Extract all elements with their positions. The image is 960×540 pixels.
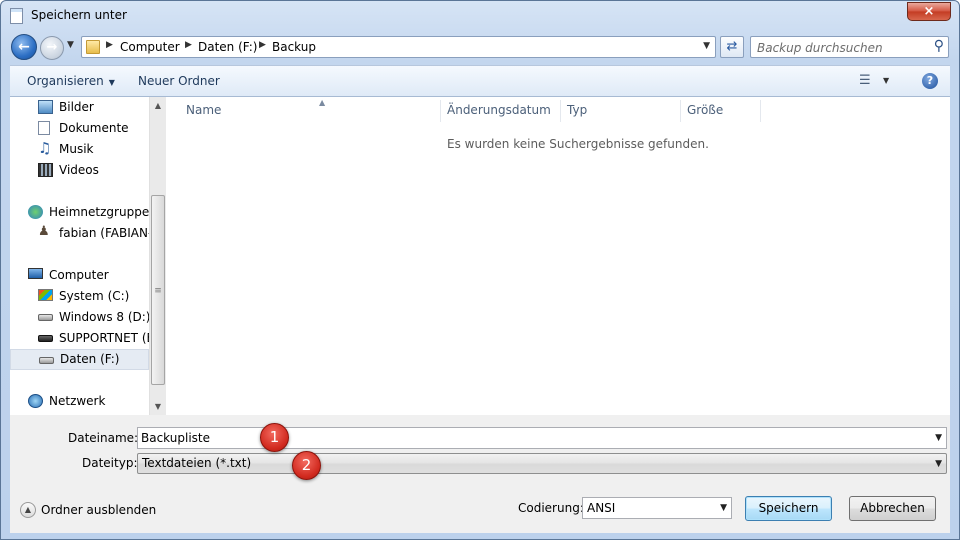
documents-icon <box>38 121 50 135</box>
save-as-dialog: Speichern unter × ← → ▼ ▶ Computer ▶ Dat… <box>0 0 960 540</box>
sidebar-item-computer[interactable]: Computer <box>28 266 148 286</box>
computer-icon <box>28 268 43 279</box>
sidebar-item-label: fabian (FABIAN-P <box>59 226 149 240</box>
scroll-up-icon[interactable]: ▲ <box>150 97 166 114</box>
view-options-icon[interactable]: ☰ <box>859 73 871 88</box>
breadcrumb-daten[interactable]: Daten (F:) <box>198 40 257 54</box>
search-box[interactable]: ⚲ <box>750 36 949 58</box>
organize-label: Organisieren <box>27 74 104 88</box>
sidebar-item-bilder[interactable]: Bilder <box>38 98 148 118</box>
drive-icon <box>39 357 54 364</box>
navigation-pane: Bilder Dokumente ♫ Musik Videos Heimnetz… <box>10 97 149 415</box>
chevron-up-icon: ▲ <box>20 502 36 518</box>
column-header-label: Name <box>186 103 222 117</box>
homegroup-icon <box>28 205 43 219</box>
save-button[interactable]: Speichern <box>745 496 832 521</box>
sidebar-item-label: Computer <box>49 268 109 282</box>
chevron-down-icon[interactable]: ▼ <box>935 433 942 443</box>
save-options-panel: Dateiname: ▼ Dateityp: Textdateien (*.tx… <box>10 415 950 533</box>
filetype-select[interactable]: Textdateien (*.txt) ▼ <box>137 453 947 474</box>
close-button[interactable]: × <box>907 2 951 21</box>
sidebar-item-videos[interactable]: Videos <box>38 161 148 181</box>
cancel-button[interactable]: Abbrechen <box>849 496 936 521</box>
sidebar-item-label: Videos <box>59 163 99 177</box>
videos-icon <box>38 163 53 177</box>
notepad-icon <box>10 8 23 24</box>
encoding-select[interactable]: ANSI ▼ <box>582 497 732 519</box>
breadcrumb-computer[interactable]: Computer <box>120 40 180 54</box>
organize-button[interactable]: Organisieren ▼ <box>27 74 115 88</box>
column-header-size[interactable]: Größe <box>681 100 761 122</box>
content-area: Bilder Dokumente ♫ Musik Videos Heimnetz… <box>10 97 950 415</box>
forward-button[interactable]: → <box>40 36 64 60</box>
search-input[interactable] <box>757 40 922 55</box>
breadcrumb-separator-icon[interactable]: ▶ <box>259 40 266 50</box>
annotation-badge-2: 2 <box>292 451 321 480</box>
navigation-pane-scrollbar[interactable]: ▲ ≡ ▼ <box>149 97 166 415</box>
filetype-label: Dateityp: <box>82 456 138 470</box>
sidebar-item-dokumente[interactable]: Dokumente <box>38 119 148 139</box>
sidebar-item-heimnetzgruppe[interactable]: Heimnetzgruppe <box>28 203 149 223</box>
pictures-icon <box>38 100 53 114</box>
annotation-badge-1: 1 <box>260 423 289 452</box>
sidebar-item-label: Heimnetzgruppe <box>49 205 149 219</box>
breadcrumb-separator-icon[interactable]: ▶ <box>185 40 192 50</box>
breadcrumb-separator-icon[interactable]: ▶ <box>106 40 113 50</box>
sort-ascending-icon: ▲ <box>319 98 326 107</box>
filename-combobox[interactable]: ▼ <box>137 427 947 449</box>
breadcrumb-backup[interactable]: Backup <box>272 40 316 54</box>
sidebar-item-fabian[interactable]: ♟ fabian (FABIAN-P <box>38 224 149 244</box>
empty-results-message: Es wurden keine Suchergebnisse gefunden. <box>447 137 709 151</box>
sidebar-item-musik[interactable]: ♫ Musik <box>38 139 148 160</box>
sidebar-item-label: Netzwerk <box>49 394 106 408</box>
filetype-value: Textdateien (*.txt) <box>142 456 252 470</box>
sidebar-item-label: Daten (F:) <box>60 352 120 366</box>
chevron-down-icon[interactable]: ▼ <box>720 503 727 513</box>
window-title: Speichern unter <box>31 8 127 22</box>
filename-input[interactable] <box>141 430 921 446</box>
filename-label: Dateiname: <box>68 431 139 445</box>
chevron-down-icon[interactable]: ▼ <box>935 459 942 469</box>
network-icon <box>28 394 43 408</box>
new-folder-button[interactable]: Neuer Ordner <box>138 74 220 88</box>
sidebar-item-label: Dokumente <box>59 121 129 135</box>
hide-folders-label: Ordner ausblenden <box>41 503 157 517</box>
chevron-down-icon[interactable]: ▼ <box>883 76 889 85</box>
column-header-name[interactable]: ▲ Name <box>180 98 441 122</box>
navigation-bar: ← → ▼ ▶ Computer ▶ Daten (F:) ▶ Backup ▼… <box>1 32 959 62</box>
folder-icon <box>86 40 100 54</box>
sidebar-item-daten-f[interactable]: Daten (F:) <box>10 349 149 370</box>
scrollbar-thumb[interactable]: ≡ <box>151 195 165 385</box>
encoding-label: Codierung: <box>518 501 584 515</box>
system-drive-icon <box>38 289 53 301</box>
sidebar-item-label: System (C:) <box>59 289 130 303</box>
sidebar-item-label: Windows 8 (D:) <box>59 310 149 324</box>
sidebar-item-system-c[interactable]: System (C:) <box>38 287 148 307</box>
drive-icon <box>38 335 53 342</box>
encoding-value: ANSI <box>587 501 616 515</box>
address-bar[interactable]: ▶ Computer ▶ Daten (F:) ▶ Backup ▼ <box>81 36 716 58</box>
file-list: ▲ Name Änderungsdatum Typ Größe Es wurde… <box>167 97 950 415</box>
column-header-type[interactable]: Typ <box>561 100 681 122</box>
command-toolbar: Organisieren ▼ Neuer Ordner ☰ ▼ ? <box>10 65 950 97</box>
refresh-button[interactable]: ⇄ <box>720 36 744 58</box>
chevron-down-icon[interactable]: ▼ <box>703 41 710 51</box>
music-icon: ♫ <box>38 139 52 157</box>
help-icon[interactable]: ? <box>922 73 938 89</box>
sidebar-item-label: Musik <box>59 142 94 156</box>
search-icon[interactable]: ⚲ <box>934 38 944 54</box>
sidebar-item-label: Bilder <box>59 100 94 114</box>
back-button[interactable]: ← <box>11 34 37 60</box>
sidebar-item-supportnet-e[interactable]: SUPPORTNET (E: <box>38 329 149 349</box>
sidebar-item-windows8-d[interactable]: Windows 8 (D:) <box>38 308 149 328</box>
title-bar: Speichern unter × <box>1 1 959 31</box>
sidebar-item-label: SUPPORTNET (E: <box>59 331 149 345</box>
chevron-down-icon: ▼ <box>108 78 115 87</box>
drive-icon <box>38 314 53 321</box>
recent-locations-dropdown-icon[interactable]: ▼ <box>67 40 74 50</box>
user-icon: ♟ <box>38 224 50 239</box>
sidebar-item-netzwerk[interactable]: Netzwerk <box>28 392 148 412</box>
scroll-down-icon[interactable]: ▼ <box>150 398 166 415</box>
column-header-modified[interactable]: Änderungsdatum <box>441 100 561 122</box>
